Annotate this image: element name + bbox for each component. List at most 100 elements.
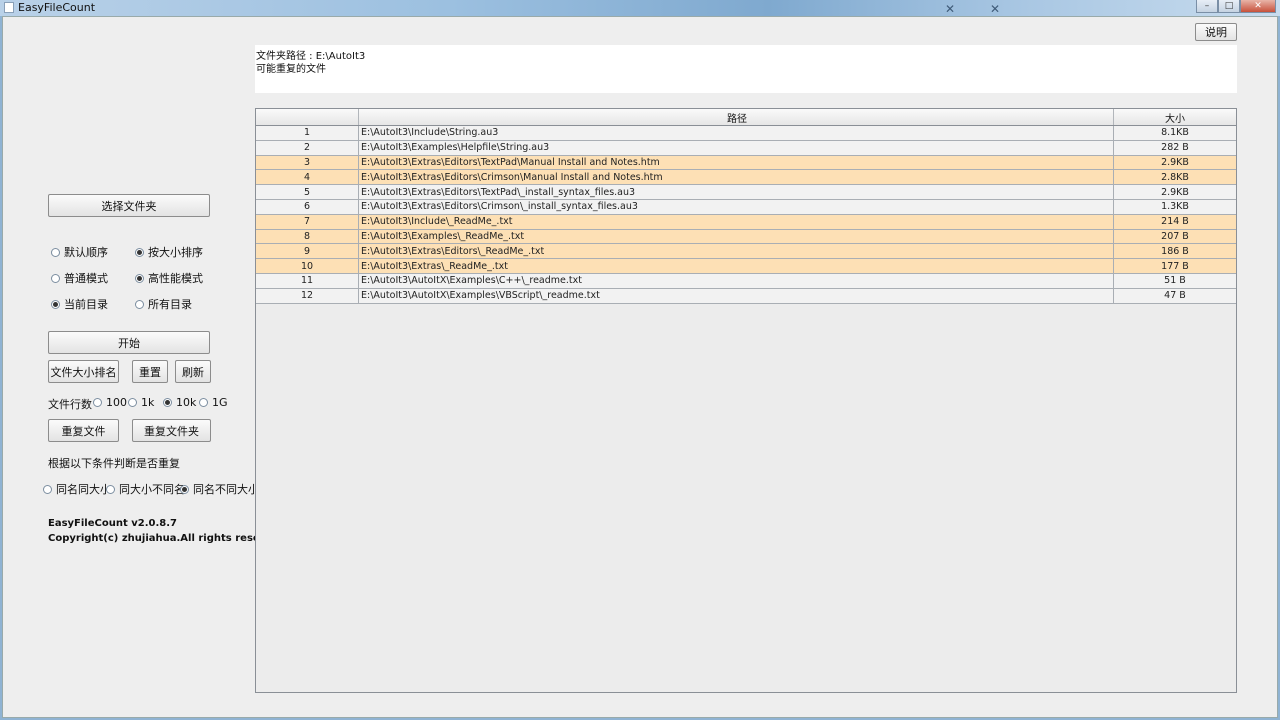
duplicate-files-table: 路径 大小 1 E:\AutoIt3\Include\String.au3 8.1K… [255,108,1237,693]
row-size-cell: 47 B [1164,290,1186,302]
window-controls: – □ ✕ [1196,0,1276,14]
table-row[interactable]: 2 E:\AutoIt3\Examples\Helpfile\String.au3… [256,140,1236,156]
radio-dot-icon [180,484,189,494]
lines-100-radio[interactable]: 100 [93,396,127,409]
app-icon [4,2,14,13]
lines-10k-radio[interactable]: 10k [163,396,196,409]
row-size-cell: 8.1KB [1161,127,1189,139]
row-path-cell: E:\AutoIt3\Extras\Editors\TextPad\_insta… [359,185,1114,199]
duplicate-folders-button[interactable]: 重复文件夹 [132,419,211,442]
info-panel: 文件夹路径 : E:\AutoIt3 可能重复的文件 [255,45,1237,93]
radio-label: 同大小不同名 [119,483,185,496]
help-button[interactable]: 说明 [1195,23,1237,41]
row-path-cell: E:\AutoIt3\AutoItX\Examples\VBScript\_re… [359,288,1114,303]
radio-dot-icon [199,398,208,407]
radio-dot-icon [135,247,144,257]
table-row[interactable]: 7 E:\AutoIt3\Include\_ReadMe_.txt 214 B [256,214,1236,230]
radio-label: 1G [212,396,228,409]
table-row[interactable]: 9 E:\AutoIt3\Extras\Editors\_ReadMe_.txt 1… [256,244,1236,260]
radio-dot-icon [128,398,137,407]
row-index-cell: 3 [256,155,359,170]
bird-decoration-icon: ✕ [945,2,956,16]
row-size-cell: 214 B [1161,216,1189,228]
all-dirs-radio[interactable]: 所有目录 [135,296,192,312]
size-rank-button[interactable]: 文件大小排名 [48,360,119,383]
table-row[interactable]: 12 E:\AutoIt3\AutoItX\Examples\VBScript\_… [256,288,1236,304]
refresh-button[interactable]: 刷新 [175,360,211,383]
main-window: 说明 文件夹路径 : E:\AutoIt3 可能重复的文件 选择文件夹 默认顺序… [2,16,1278,718]
table-row[interactable]: 11 E:\AutoIt3\AutoItX\Examples\C++\_readm… [256,273,1236,289]
radio-label: 默认顺序 [64,246,108,259]
row-path-cell: E:\AutoIt3\Include\String.au3 [359,126,1114,140]
radio-label: 当前目录 [64,298,108,311]
maximize-icon[interactable]: □ [1218,0,1240,13]
sort-default-radio[interactable]: 默认顺序 [51,244,108,260]
row-index-cell: 8 [256,229,359,244]
title-bar: EasyFileCount ✕ ✕ – □ ✕ [0,0,1280,16]
radio-dot-icon [135,273,144,283]
radio-label: 同名同大小 [56,483,111,496]
row-index-cell: 12 [256,288,359,303]
row-path-cell: E:\AutoIt3\Examples\_ReadMe_.txt [359,229,1114,244]
table-row[interactable]: 6 E:\AutoIt3\Extras\Editors\Crimson\_inst… [256,199,1236,215]
radio-label: 同名不同大小 [193,483,259,496]
row-size-cell: 2.9KB [1161,186,1189,198]
row-index-cell: 11 [256,273,359,288]
index-column-header[interactable] [256,109,359,125]
row-size-cell: 2.9KB [1161,156,1189,168]
row-index-cell: 4 [256,170,359,185]
size-column-header[interactable]: 大小 [1114,109,1236,125]
row-size-cell: 177 B [1161,260,1189,272]
result-subtitle: 可能重复的文件 [256,64,326,75]
radio-dot-icon [51,299,60,309]
row-size-cell: 1.3KB [1161,201,1189,213]
row-index-cell: 5 [256,185,359,199]
lines-1g-radio[interactable]: 1G [199,396,228,409]
normal-mode-radio[interactable]: 普通模式 [51,270,108,286]
radio-dot-icon [43,484,52,494]
sort-by-size-radio[interactable]: 按大小排序 [135,244,203,260]
close-icon[interactable]: ✕ [1240,0,1276,13]
lines-1k-radio[interactable]: 1k [128,396,154,409]
row-path-cell: E:\AutoIt3\Extras\Editors\_ReadMe_.txt [359,244,1114,259]
radio-label: 高性能模式 [148,272,203,285]
radio-dot-icon [51,247,60,257]
row-index-cell: 9 [256,244,359,259]
radio-label: 100 [106,396,127,409]
row-path-cell: E:\AutoIt3\AutoItX\Examples\C++\_readme.… [359,273,1114,288]
radio-label: 普通模式 [64,272,108,285]
radio-label: 按大小排序 [148,246,203,259]
path-column-header[interactable]: 路径 [359,109,1114,125]
table-row[interactable]: 1 E:\AutoIt3\Include\String.au3 8.1KB [256,126,1236,141]
row-size-cell: 207 B [1161,230,1189,242]
row-index-cell: 1 [256,126,359,140]
table-row[interactable]: 5 E:\AutoIt3\Extras\Editors\TextPad\_inst… [256,185,1236,200]
row-path-cell: E:\AutoIt3\Examples\Helpfile\String.au3 [359,140,1114,155]
high-performance-radio[interactable]: 高性能模式 [135,270,203,286]
table-row[interactable]: 8 E:\AutoIt3\Examples\_ReadMe_.txt 207 B [256,229,1236,245]
duplicate-files-button[interactable]: 重复文件 [48,419,119,442]
table-row[interactable]: 3 E:\AutoIt3\Extras\Editors\TextPad\Manua… [256,155,1236,171]
same-name-diff-size-radio[interactable]: 同名不同大小 [180,481,259,497]
start-button[interactable]: 开始 [48,331,210,354]
minimize-icon[interactable]: – [1196,0,1218,13]
row-path-cell: E:\AutoIt3\Extras\Editors\Crimson\Manual… [359,170,1114,185]
table-row[interactable]: 4 E:\AutoIt3\Extras\Editors\Crimson\Manua… [256,170,1236,186]
reset-button[interactable]: 重置 [132,360,168,383]
same-name-same-size-radio[interactable]: 同名同大小 [43,481,111,497]
row-path-cell: E:\AutoIt3\Extras\Editors\Crimson\_insta… [359,199,1114,214]
table-row[interactable]: 10 E:\AutoIt3\Extras\_ReadMe_.txt 177 B [256,259,1236,274]
row-path-cell: E:\AutoIt3\Extras\_ReadMe_.txt [359,259,1114,273]
criteria-label: 根据以下条件判断是否重复 [48,457,180,470]
same-size-diff-name-radio[interactable]: 同大小不同名 [106,481,185,497]
row-size-cell: 2.8KB [1161,171,1189,183]
current-dir-radio[interactable]: 当前目录 [51,296,108,312]
select-folder-button[interactable]: 选择文件夹 [48,194,210,217]
row-index-cell: 2 [256,140,359,155]
copyright-label: Copyright(c) zhujiahua.All rights reserv… [48,533,289,544]
row-size-cell: 51 B [1164,275,1186,287]
version-label: EasyFileCount v2.0.8.7 [48,518,177,529]
radio-dot-icon [51,273,60,283]
window-title: EasyFileCount [18,1,96,14]
radio-dot-icon [93,398,102,407]
